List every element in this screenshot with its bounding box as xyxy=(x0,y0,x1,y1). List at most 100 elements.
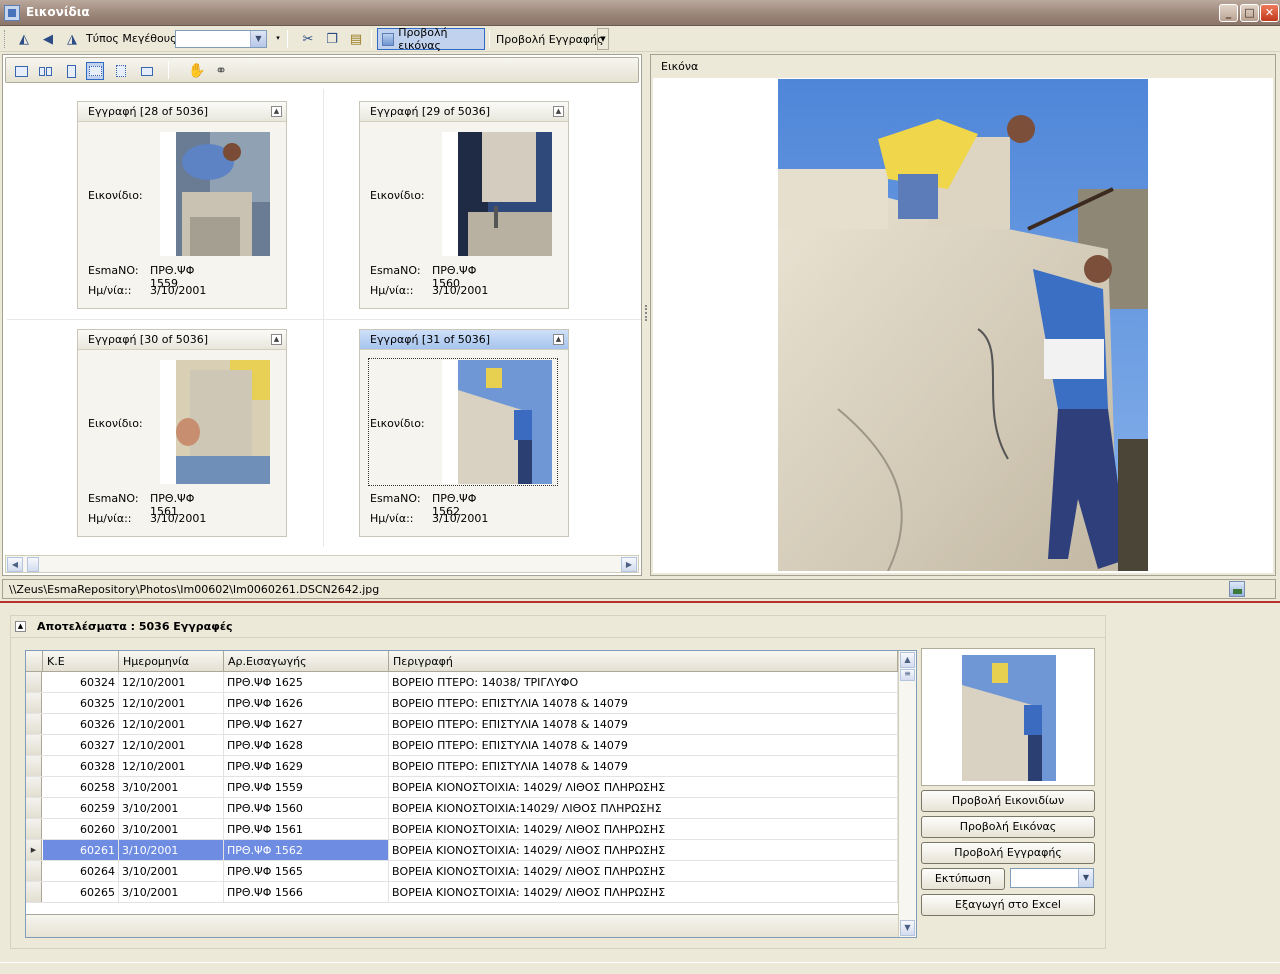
cell-entry[interactable]: ΠΡΘ.ΨΦ 1629 xyxy=(224,756,389,776)
paste-icon[interactable]: ▤ xyxy=(346,29,366,49)
chevron-down-icon[interactable]: ▼ xyxy=(1078,869,1093,887)
card-header[interactable]: Εγγραφή [29 of 5036] ▲ xyxy=(360,102,568,122)
collapse-icon[interactable]: ▲ xyxy=(271,334,282,345)
scroll-down-icon[interactable]: ▼ xyxy=(900,920,915,936)
row-selector[interactable] xyxy=(26,693,42,713)
cell-ke[interactable]: 60258 xyxy=(43,777,119,797)
row-selector[interactable] xyxy=(26,672,42,692)
row-selector[interactable] xyxy=(26,714,42,734)
row-selector[interactable] xyxy=(26,777,42,797)
cell-description[interactable]: ΒΟΡΕΙΟ ΠΤΕΡΟ: ΕΠΙΣΤΥΛΙΑ 14078 & 14079 xyxy=(389,756,898,776)
row-selector[interactable] xyxy=(26,882,42,902)
collapse-icon[interactable]: ▲ xyxy=(553,334,564,345)
toolbar-overflow-icon[interactable]: ▾ xyxy=(272,28,284,50)
record-card-selected[interactable]: Εγγραφή [31 of 5036] ▲ Εικονίδιο: EsmaNO:… xyxy=(359,329,569,537)
cell-description[interactable]: ΒΟΡΕΙΑ ΚΙΟΝΟΣΤΟΙΧΙΑ: 14029/ ΛΙΘΟΣ ΠΛΗΡΩΣ… xyxy=(389,882,898,902)
cell-ke[interactable]: 60326 xyxy=(43,714,119,734)
column-header-entry[interactable]: Αρ.Εισαγωγής xyxy=(224,651,389,671)
table-row-selected[interactable]: ▶ 60261 3/10/2001 ΠΡΘ.ΨΦ 1562 ΒΟΡΕΙΑ ΚΙΟΝΟΣΤ… xyxy=(26,840,898,861)
scroll-left-icon[interactable]: ◀ xyxy=(7,557,23,572)
cell-date[interactable]: 12/10/2001 xyxy=(119,756,224,776)
cell-date[interactable]: 3/10/2001 xyxy=(119,861,224,881)
tile-view-icon[interactable] xyxy=(112,62,130,80)
panel-splitter[interactable] xyxy=(645,305,647,321)
size-type-combo[interactable]: ▼ xyxy=(175,30,267,48)
view-image-toggle[interactable]: Προβολή εικόνας xyxy=(377,26,485,52)
cell-entry[interactable]: ΠΡΘ.ΨΦ 1562 xyxy=(224,840,389,860)
scroll-up-icon[interactable]: ▲ xyxy=(900,652,915,668)
thumbnail-image[interactable] xyxy=(442,132,552,256)
pan-hand-icon[interactable]: ✋ xyxy=(188,62,206,80)
scroll-right-icon[interactable]: ▶ xyxy=(621,557,637,572)
collapse-icon[interactable]: ▲ xyxy=(15,621,26,632)
toolbar-dropdown-icon[interactable]: ▼ xyxy=(597,28,609,50)
row-selector[interactable] xyxy=(26,756,42,776)
view-thumbnails-button[interactable]: Προβολή Εικονιδίων xyxy=(921,790,1095,812)
vertical-scrollbar[interactable]: ▲ ≡ ▼ xyxy=(898,651,916,937)
card-header[interactable]: Εγγραφή [28 of 5036] ▲ xyxy=(78,102,286,122)
cell-description[interactable]: ΒΟΡΕΙΑ ΚΙΟΝΟΣΤΟΙΧΙΑ:14029/ ΛΙΘΟΣ ΠΛΗΡΩΣΗ… xyxy=(389,798,898,818)
record-card[interactable]: Εγγραφή [28 of 5036] ▲ Εικονίδιο: EsmaNO:… xyxy=(77,101,287,309)
cell-ke[interactable]: 60327 xyxy=(43,735,119,755)
selected-image-preview[interactable] xyxy=(921,648,1095,786)
copy-icon[interactable]: ❐ xyxy=(322,29,342,49)
picture-icon[interactable] xyxy=(1229,581,1245,597)
thumbnail-image[interactable] xyxy=(442,360,552,484)
cell-entry[interactable]: ΠΡΘ.ΨΦ 1560 xyxy=(224,798,389,818)
cell-ke[interactable]: 60259 xyxy=(43,798,119,818)
view-record-button[interactable]: Προβολή Εγγραφής xyxy=(921,842,1095,864)
scroll-thumb[interactable]: ≡ xyxy=(900,669,915,681)
cell-ke[interactable]: 60260 xyxy=(43,819,119,839)
cell-entry[interactable]: ΠΡΘ.ΨΦ 1561 xyxy=(224,819,389,839)
record-card[interactable]: Εγγραφή [29 of 5036] ▲ Εικονίδιο: EsmaNO:… xyxy=(359,101,569,309)
table-row[interactable]: 60260 3/10/2001 ΠΡΘ.ΨΦ 1561 ΒΟΡΕΙΑ ΚΙΟΝΟΣΤΟ… xyxy=(26,819,898,840)
cell-ke[interactable]: 60324 xyxy=(43,672,119,692)
vertical-view-icon[interactable] xyxy=(62,62,80,80)
cell-date[interactable]: 3/10/2001 xyxy=(119,798,224,818)
two-page-view-icon[interactable] xyxy=(36,62,54,80)
cell-date[interactable]: 3/10/2001 xyxy=(119,840,224,860)
cell-date[interactable]: 3/10/2001 xyxy=(119,819,224,839)
record-card[interactable]: Εγγραφή [30 of 5036] ▲ Εικονίδιο: EsmaNO:… xyxy=(77,329,287,537)
cell-entry[interactable]: ΠΡΘ.ΨΦ 1566 xyxy=(224,882,389,902)
link-icon[interactable]: ⚭ xyxy=(212,62,230,80)
column-header-description[interactable]: Περιγραφή xyxy=(389,651,898,671)
row-selector[interactable] xyxy=(26,798,42,818)
cell-date[interactable]: 12/10/2001 xyxy=(119,693,224,713)
column-header-ke[interactable]: Κ.Ε xyxy=(43,651,119,671)
cell-description[interactable]: ΒΟΡΕΙΑ ΚΙΟΝΟΣΤΟΙΧΙΑ: 14029/ ΛΙΘΟΣ ΠΛΗΡΩΣ… xyxy=(389,777,898,797)
cut-icon[interactable]: ✂ xyxy=(298,29,318,49)
cell-entry[interactable]: ΠΡΘ.ΨΦ 1625 xyxy=(224,672,389,692)
table-row[interactable]: 60324 12/10/2001 ΠΡΘ.ΨΦ 1625 ΒΟΡΕΙΟ ΠΤΕΡΟ: … xyxy=(26,672,898,693)
toolbar-grip[interactable] xyxy=(4,30,8,48)
print-button[interactable]: Εκτύπωση xyxy=(921,868,1005,890)
row-selector[interactable] xyxy=(26,735,42,755)
flip-horizontal-icon[interactable]: ◭ xyxy=(14,29,34,49)
cell-date[interactable]: 3/10/2001 xyxy=(119,882,224,902)
cell-date[interactable]: 12/10/2001 xyxy=(119,672,224,692)
card-header[interactable]: Εγγραφή [31 of 5036] ▲ xyxy=(360,330,568,350)
column-header-date[interactable]: Ημερομηνία xyxy=(119,651,224,671)
cell-ke[interactable]: 60325 xyxy=(43,693,119,713)
row-selector[interactable] xyxy=(26,861,42,881)
cell-date[interactable]: 12/10/2001 xyxy=(119,735,224,755)
rotate-right-icon[interactable]: ◮ xyxy=(62,29,82,49)
image-viewer[interactable] xyxy=(653,78,1273,573)
chevron-down-icon[interactable]: ▼ xyxy=(250,31,266,47)
minimize-button[interactable]: _ xyxy=(1219,4,1238,22)
cell-description[interactable]: ΒΟΡΕΙΑ ΚΙΟΝΟΣΤΟΙΧΙΑ: 14029/ ΛΙΘΟΣ ΠΛΗΡΩΣ… xyxy=(389,861,898,881)
cell-ke[interactable]: 60328 xyxy=(43,756,119,776)
cell-description[interactable]: ΒΟΡΕΙΟ ΠΤΕΡΟ: 14038/ ΤΡΙΓΛΥΦΟ xyxy=(389,672,898,692)
table-row[interactable]: 60259 3/10/2001 ΠΡΘ.ΨΦ 1560 ΒΟΡΕΙΑ ΚΙΟΝΟΣΤΟ… xyxy=(26,798,898,819)
table-row[interactable]: 60258 3/10/2001 ΠΡΘ.ΨΦ 1559 ΒΟΡΕΙΑ ΚΙΟΝΟΣΤΟ… xyxy=(26,777,898,798)
row-selector[interactable] xyxy=(26,819,42,839)
table-row[interactable]: 60264 3/10/2001 ΠΡΘ.ΨΦ 1565 ΒΟΡΕΙΑ ΚΙΟΝΟΣΤΟ… xyxy=(26,861,898,882)
cell-description[interactable]: ΒΟΡΕΙΟ ΠΤΕΡΟ: ΕΠΙΣΤΥΛΙΑ 14078 & 14079 xyxy=(389,735,898,755)
current-row-indicator-icon[interactable]: ▶ xyxy=(26,840,42,860)
cell-description[interactable]: ΒΟΡΕΙΟ ΠΤΕΡΟ: ΕΠΙΣΤΥΛΙΑ 14078 & 14079 xyxy=(389,693,898,713)
print-options-combo[interactable]: ▼ xyxy=(1010,868,1094,888)
card-header[interactable]: Εγγραφή [30 of 5036] ▲ xyxy=(78,330,286,350)
table-row[interactable]: 60325 12/10/2001 ΠΡΘ.ΨΦ 1626 ΒΟΡΕΙΟ ΠΤΕΡΟ: … xyxy=(26,693,898,714)
table-row[interactable]: 60328 12/10/2001 ΠΡΘ.ΨΦ 1629 ΒΟΡΕΙΟ ΠΤΕΡΟ: … xyxy=(26,756,898,777)
table-row[interactable]: 60326 12/10/2001 ΠΡΘ.ΨΦ 1627 ΒΟΡΕΙΟ ΠΤΕΡΟ: … xyxy=(26,714,898,735)
